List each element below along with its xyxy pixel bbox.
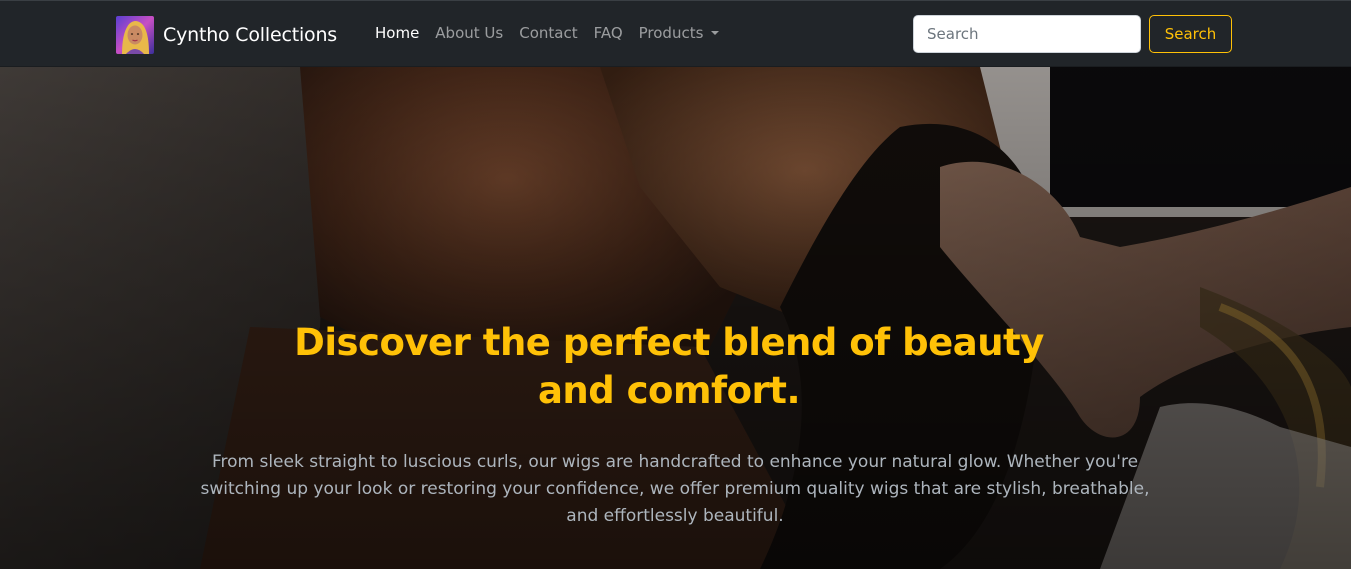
- nav-item-about: About Us: [435, 23, 503, 42]
- nav-link-home[interactable]: Home: [375, 24, 419, 42]
- nav-link-products-dropdown[interactable]: Products: [639, 24, 720, 42]
- navbar: Cyntho Collections Home About Us Contact…: [0, 0, 1351, 67]
- brand-link[interactable]: Cyntho Collections: [116, 15, 337, 55]
- nav-item-faq: FAQ: [594, 23, 623, 42]
- search-input[interactable]: [913, 15, 1141, 53]
- hero-content: Discover the perfect blend of beauty and…: [0, 67, 1351, 569]
- hero-description: From sleek straight to luscious curls, o…: [200, 452, 1150, 526]
- brand-logo-icon: [116, 16, 154, 54]
- brand-name: Cyntho Collections: [163, 24, 337, 46]
- nav-link-about-us[interactable]: About Us: [435, 24, 503, 42]
- nav-link-contact[interactable]: Contact: [519, 24, 577, 42]
- hero-section: Discover the perfect blend of beauty and…: [0, 67, 1351, 569]
- main-nav: Home About Us Contact FAQ Products: [375, 23, 735, 42]
- hero-title: Discover the perfect blend of beauty and…: [294, 321, 1044, 412]
- nav-item-products: Products: [639, 23, 720, 42]
- nav-item-home: Home: [375, 23, 419, 42]
- nav-item-contact: Contact: [519, 23, 577, 42]
- nav-link-faq[interactable]: FAQ: [594, 24, 623, 42]
- caret-down-icon: [711, 31, 720, 35]
- search-button[interactable]: Search: [1149, 15, 1232, 53]
- search-form: Search: [913, 15, 1232, 53]
- nav-products-label: Products: [638, 24, 704, 42]
